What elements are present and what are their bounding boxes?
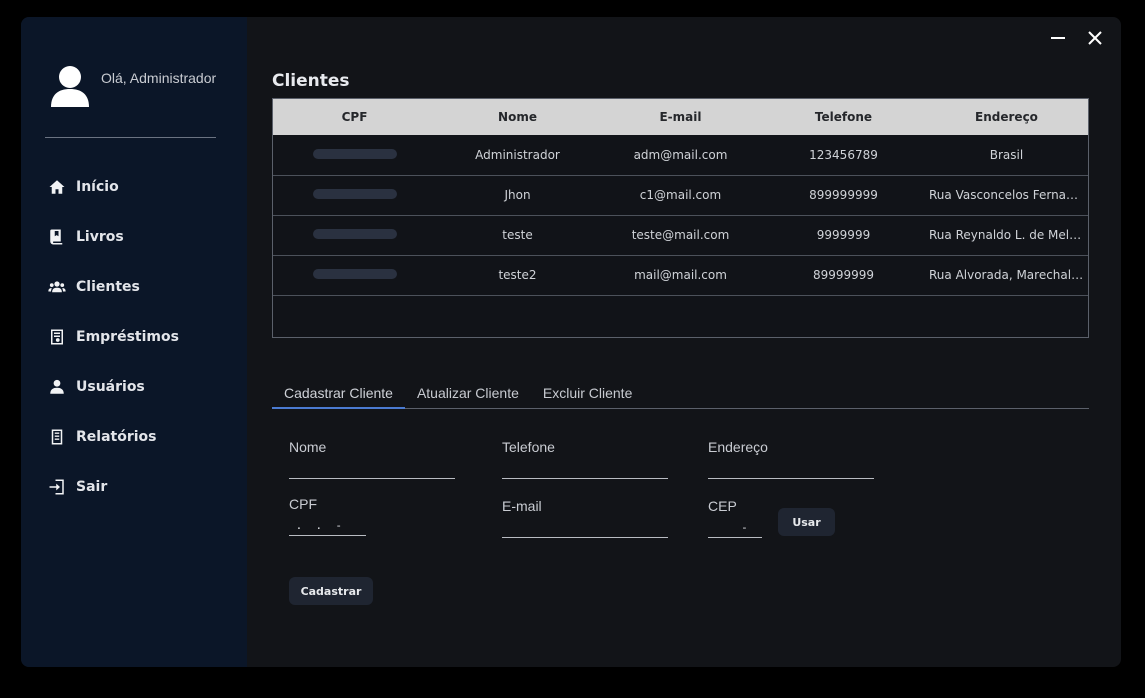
endereco-field[interactable] — [708, 459, 874, 479]
email-field[interactable] — [502, 518, 668, 538]
table-row[interactable]: teste teste@mail.com 9999999 Rua Reynald… — [273, 215, 1088, 255]
telefone-label: Telefone — [502, 439, 555, 455]
greeting-text: Olá, Administrador — [101, 70, 217, 86]
redacted-cpf — [312, 229, 397, 239]
cell-telefone: 123456789 — [809, 147, 878, 162]
user-icon — [47, 377, 67, 397]
tab-atualizar-cliente[interactable]: Atualizar Cliente — [405, 379, 531, 409]
sidebar-item-sair[interactable]: Sair — [47, 462, 237, 512]
column-header-nome[interactable]: Nome — [436, 99, 599, 135]
nome-label: Nome — [289, 439, 327, 455]
table-row[interactable]: Administrador adm@mail.com 123456789 Bra… — [273, 135, 1088, 175]
clients-table[interactable]: CPF Nome E-mail Telefone Endereço Admini… — [272, 98, 1089, 338]
sidebar-item-relatorios[interactable]: Relatórios — [47, 412, 237, 462]
cell-telefone: 899999999 — [809, 188, 878, 202]
nome-field[interactable] — [289, 459, 455, 479]
email-label: E-mail — [502, 498, 542, 514]
cell-nome: Administrador — [475, 147, 560, 162]
sidebar-item-emprestimos[interactable]: Empréstimos — [47, 312, 237, 362]
telefone-field[interactable] — [502, 459, 668, 479]
cadastrar-button[interactable]: Cadastrar — [289, 577, 373, 605]
users-icon — [47, 277, 67, 297]
cell-cpf — [273, 255, 436, 295]
sidebar-item-livros[interactable]: Livros — [47, 212, 237, 262]
cell-telefone: 9999999 — [816, 228, 871, 242]
redacted-cpf — [312, 269, 397, 279]
tab-excluir-cliente[interactable]: Excluir Cliente — [531, 379, 644, 409]
cell-endereco: Rua Vasconcelos Fernandes,... — [929, 188, 1088, 202]
cep-label: CEP — [708, 498, 737, 514]
cell-nome: Jhon — [504, 188, 531, 202]
user-box: Olá, Administrador — [49, 65, 216, 107]
sidebar-item-label: Usuários — [76, 379, 145, 395]
cell-endereco: Rua Reynaldo L. de Mello, F... — [929, 228, 1088, 242]
cell-telefone: 89999999 — [812, 268, 875, 282]
sidebar-item-inicio[interactable]: Início — [47, 162, 237, 212]
book-icon — [47, 227, 67, 247]
cell-cpf — [273, 135, 436, 175]
cell-nome: teste — [502, 228, 533, 242]
loan-icon — [47, 327, 67, 347]
cell-email: adm@mail.com — [633, 147, 728, 162]
cell-email: teste@mail.com — [631, 228, 730, 242]
column-header-endereco[interactable]: Endereço — [925, 99, 1088, 135]
minimize-icon — [1051, 37, 1065, 39]
column-header-cpf[interactable]: CPF — [273, 99, 436, 135]
sidebar-item-clientes[interactable]: Clientes — [47, 262, 237, 312]
avatar-icon — [51, 66, 89, 107]
redacted-cpf — [312, 189, 397, 199]
sidebar-nav: Início Livros Clientes Empréstimos Usuár… — [47, 162, 237, 512]
cell-cpf — [273, 215, 436, 255]
page-title: Clientes — [272, 71, 350, 91]
cell-nome: teste2 — [498, 268, 537, 282]
main-content: Clientes CPF Nome E-mail Telefone Endere… — [247, 17, 1121, 667]
form-tabs: Cadastrar Cliente Atualizar Cliente Excl… — [272, 379, 1089, 409]
cell-endereco: Brasil — [989, 147, 1024, 162]
endereco-label: Endereço — [708, 439, 768, 455]
sidebar-item-label: Livros — [76, 229, 124, 245]
usar-cep-button[interactable]: Usar — [778, 508, 835, 536]
sidebar-item-label: Sair — [76, 479, 108, 495]
cell-cpf — [273, 175, 436, 215]
cell-email: c1@mail.com — [639, 188, 722, 202]
sidebar-divider — [45, 137, 216, 138]
cell-email: mail@mail.com — [634, 268, 727, 282]
close-icon — [1088, 31, 1102, 45]
app-window: Olá, Administrador Início Livros Cliente… — [21, 17, 1121, 667]
sidebar-item-label: Início — [76, 179, 119, 195]
report-icon — [47, 427, 67, 447]
table-header-row: CPF Nome E-mail Telefone Endereço — [273, 99, 1088, 135]
cpf-label: CPF — [289, 496, 317, 512]
sidebar-item-label: Relatórios — [76, 429, 157, 445]
redacted-cpf — [312, 148, 397, 159]
cep-field[interactable] — [708, 518, 762, 538]
close-button[interactable] — [1084, 27, 1106, 49]
table-row[interactable]: teste2 mail@mail.com 89999999 Rua Alvora… — [273, 255, 1088, 295]
minimize-button[interactable] — [1047, 27, 1069, 49]
cell-endereco: Rua Alvorada, Marechal Ro... — [929, 268, 1088, 282]
sidebar-item-label: Empréstimos — [76, 329, 179, 345]
column-header-telefone[interactable]: Telefone — [762, 99, 925, 135]
cpf-field[interactable] — [289, 516, 366, 536]
column-header-email[interactable]: E-mail — [599, 99, 762, 135]
table-row[interactable]: Jhon c1@mail.com 899999999 Rua Vasconcel… — [273, 175, 1088, 215]
sidebar-item-label: Clientes — [76, 279, 140, 295]
sidebar-item-usuarios[interactable]: Usuários — [47, 362, 237, 412]
sidebar: Olá, Administrador Início Livros Cliente… — [21, 17, 247, 667]
home-icon — [47, 177, 67, 197]
tab-cadastrar-cliente[interactable]: Cadastrar Cliente — [272, 379, 405, 409]
logout-icon — [47, 477, 67, 497]
